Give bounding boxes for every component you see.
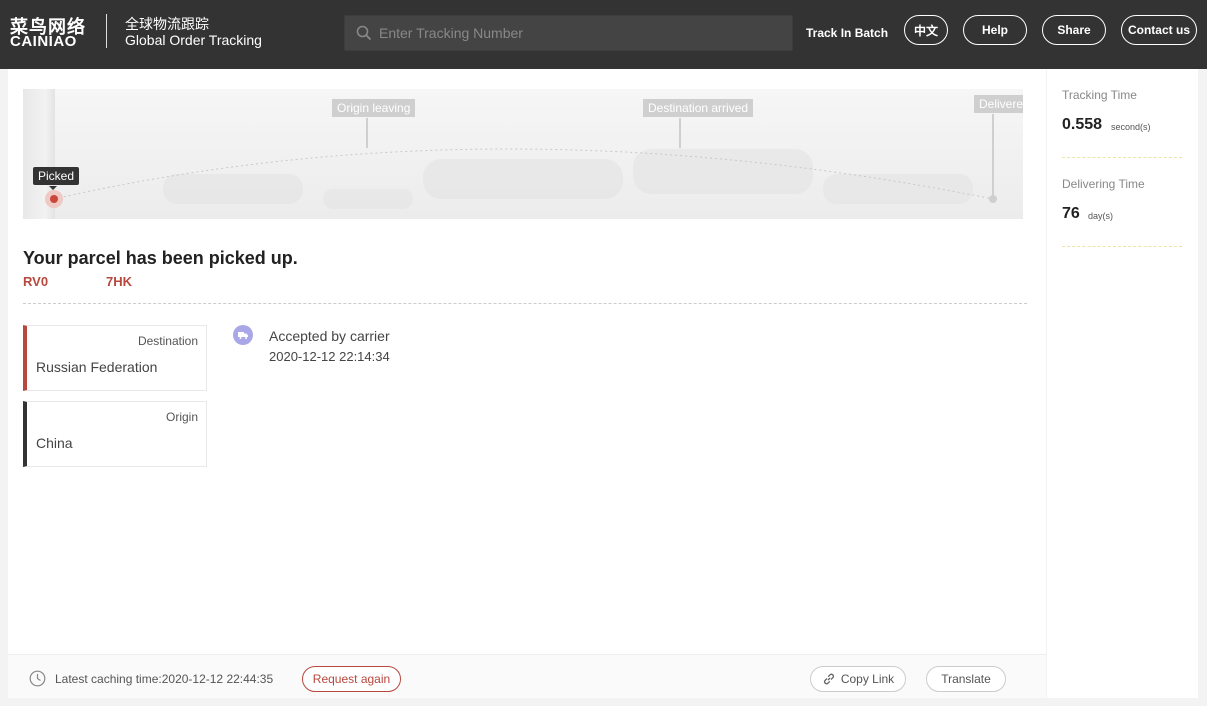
origin-value: China [36,435,73,451]
stat-divider [1062,157,1182,158]
copy-link-label: Copy Link [840,672,895,686]
milestone-destination-arrived: Destination arrived [643,99,754,117]
route-map: Origin leaving Destination arrived Deliv… [23,89,1023,219]
tracking-number-suffix: 7HK [106,274,133,289]
tracking-number-prefix: RV0 [23,274,49,289]
milestone-origin-leaving: Origin leaving [332,99,416,117]
tracking-time-label: Tracking Time [1062,88,1137,102]
delivering-time-value: 76 [1062,205,1080,222]
stats-sidebar: Tracking Time 0.558 second(s) Delivering… [1047,69,1198,698]
delivering-time-unit: day(s) [1088,211,1114,221]
footer-bar: Latest caching time:2020-12-12 22:44:35 … [8,654,1046,698]
help-button[interactable]: Help [963,15,1027,45]
tracking-time-unit: second(s) [1111,122,1151,132]
milestone-destination-line [679,118,681,148]
picked-pointer [49,186,57,190]
copy-link-button[interactable]: Copy Link [810,666,906,692]
subtitle-english: Global Order Tracking [125,32,262,48]
origin-label: Origin [165,410,198,424]
truck-icon [233,325,253,345]
event-title: Accepted by carrier [269,328,390,344]
logo-divider [106,14,107,48]
destination-value: Russian Federation [36,359,158,375]
contact-us-button[interactable]: Contact us [1121,15,1197,45]
track-in-batch-link[interactable]: Track In Batch [806,26,888,40]
origin-card: Origin China [23,401,207,467]
request-again-button[interactable]: Request again [302,666,401,692]
section-divider [23,303,1027,304]
share-button[interactable]: Share [1042,15,1106,45]
parcel-status-heading: Your parcel has been picked up. [23,248,298,268]
link-icon [823,673,834,685]
tracking-time-value: 0.558 [1062,116,1103,133]
picked-marker [50,195,58,203]
world-map-dots [163,149,973,209]
chinese-language-button[interactable]: 中文 [904,15,948,45]
search-icon [356,25,372,41]
destination-label: Destination [137,334,198,348]
milestone-origin-line [366,118,368,148]
translate-button[interactable]: Translate [926,666,1006,692]
stat-divider [1062,246,1182,247]
milestone-picked: Picked [33,167,80,185]
route-map-graphic [45,148,997,209]
main-panel: Origin leaving Destination arrived Deliv… [8,69,1046,698]
delivering-time-label: Delivering Time [1062,177,1145,191]
delivered-marker [989,195,997,203]
top-header: 菜鸟网络 CAINIAO 全球物流跟踪 Global Order Trackin… [0,0,1207,69]
destination-card: Destination Russian Federation [23,325,207,391]
milestone-delivered-line [992,114,994,196]
subtitle-chinese: 全球物流跟踪 [125,16,209,32]
tracking-number-input[interactable] [379,16,779,50]
clock-icon [29,670,46,687]
logo-english[interactable]: CAINIAO [10,33,77,50]
search-box [344,15,793,51]
event-time: 2020-12-12 22:14:34 [269,349,390,364]
milestone-delivered: Delivere [974,95,1023,113]
latest-caching-time: Latest caching time:2020-12-12 22:44:35 [55,672,274,686]
